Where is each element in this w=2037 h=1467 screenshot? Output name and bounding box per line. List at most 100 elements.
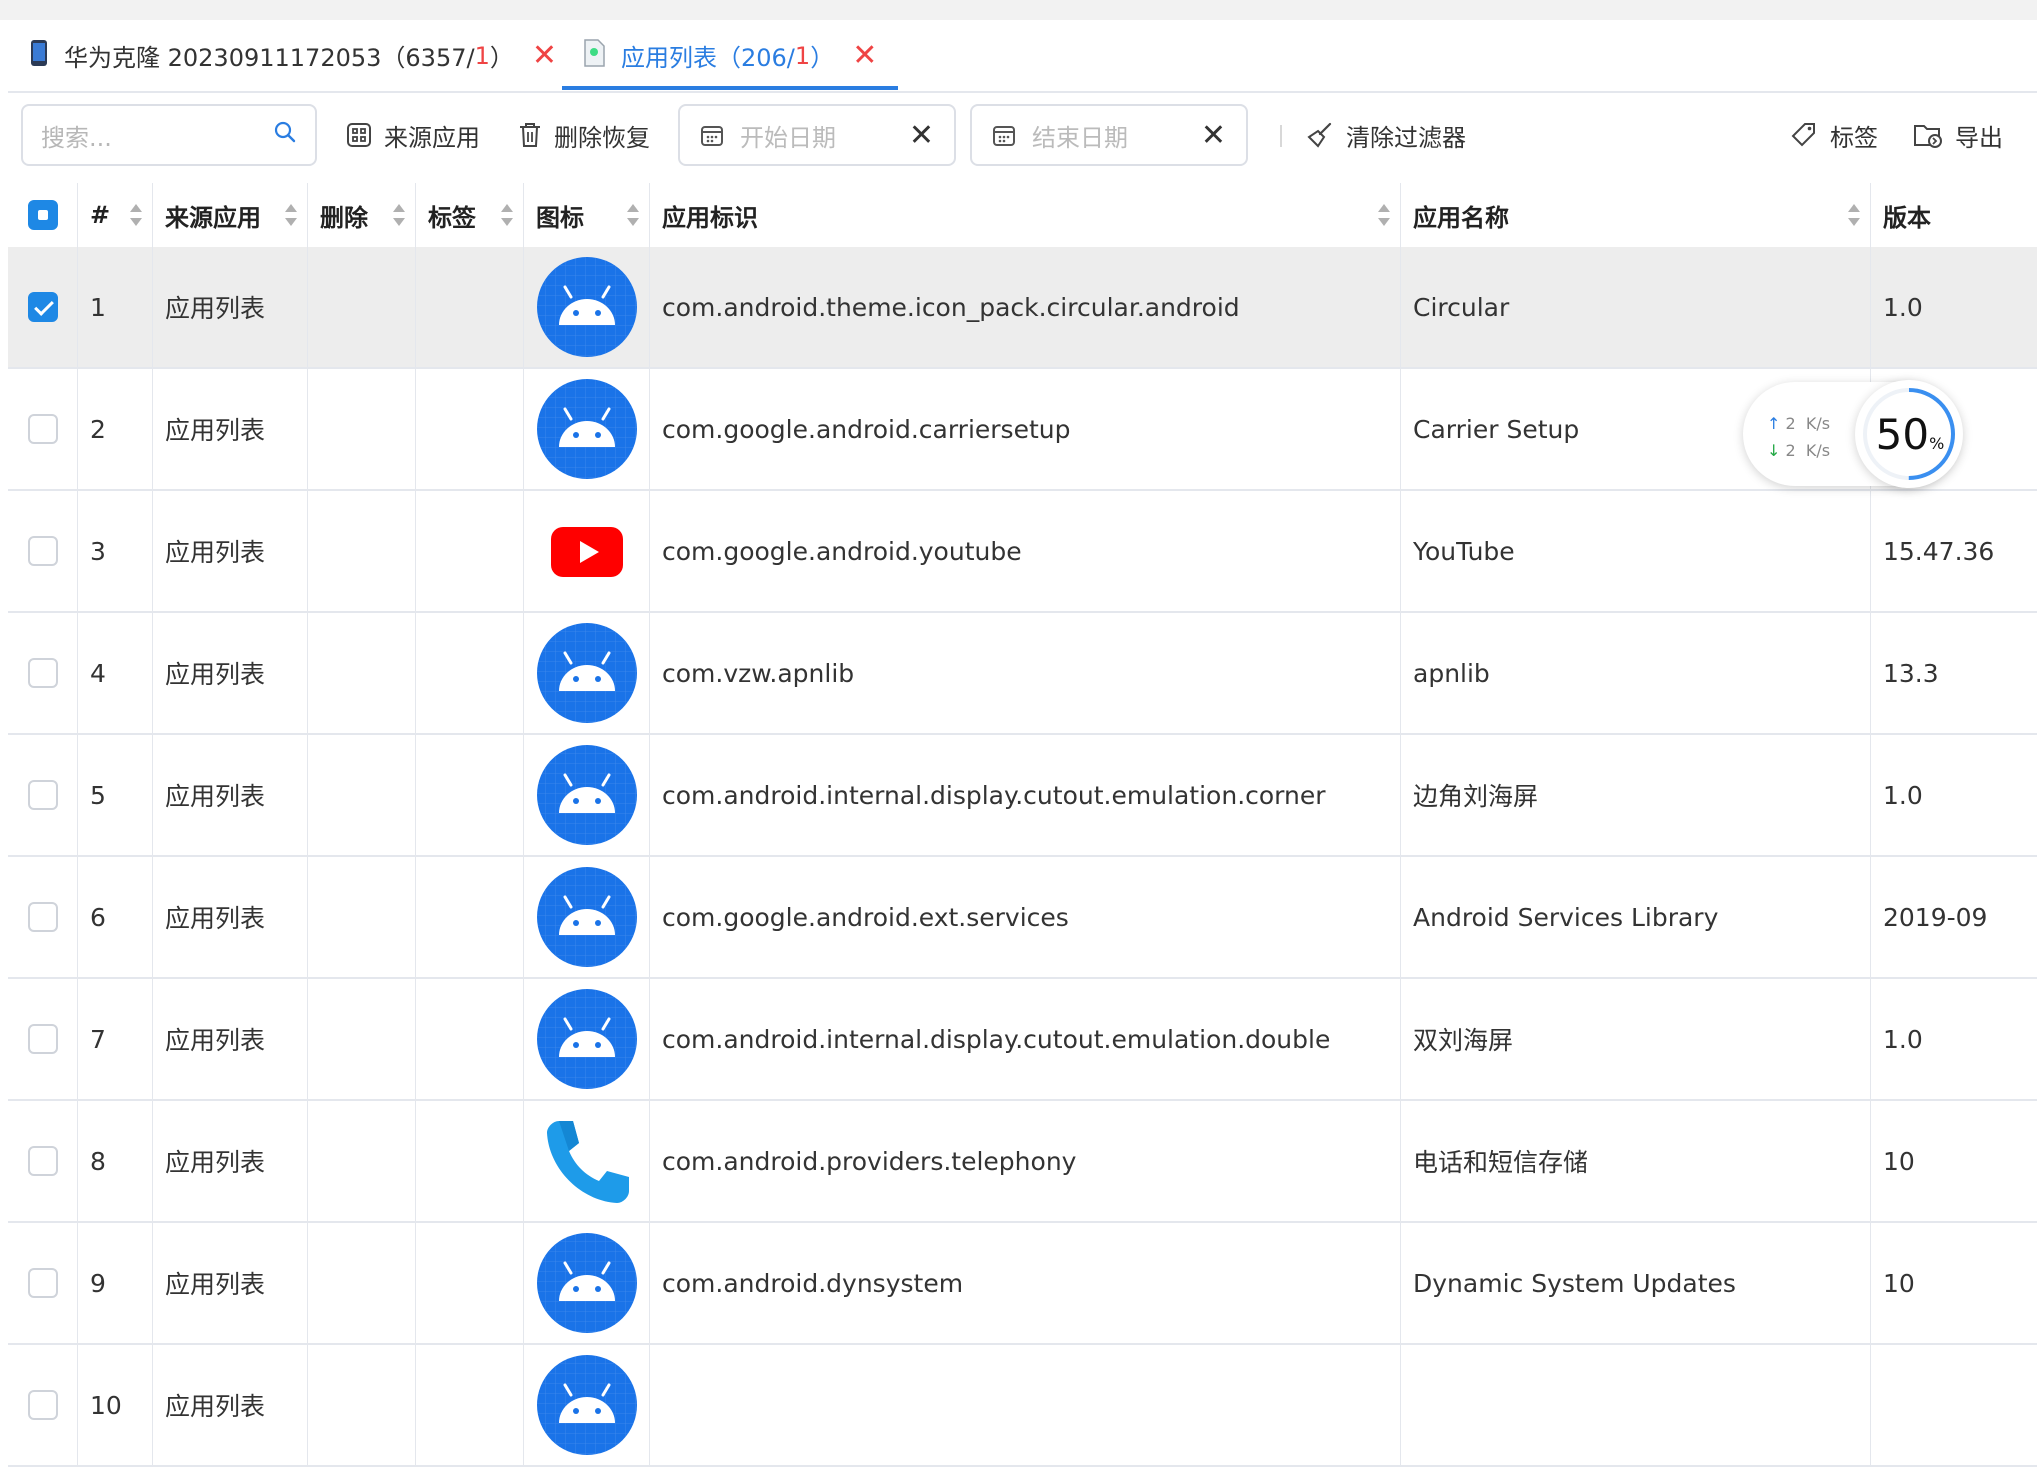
clear-start-date-icon[interactable]: ✕	[909, 118, 934, 153]
row-checkbox[interactable]	[28, 902, 58, 932]
calendar-icon	[701, 126, 723, 146]
sort-icon[interactable]	[285, 204, 297, 226]
calendar-icon	[993, 126, 1015, 146]
upload-arrow-icon: ↑	[1767, 414, 1781, 433]
app-icon-cell	[524, 857, 650, 977]
tab-huawei-clone[interactable]: 华为克隆 20230911172053（6357/1） ✕	[30, 20, 557, 91]
network-speed-widget[interactable]: ↑ 2 K/s ↓ 2 K/s 50%	[1743, 380, 1963, 488]
column-header-app-id[interactable]: 应用标识	[650, 183, 1401, 247]
export-label: 导出	[1955, 123, 2003, 152]
tag-cell	[416, 1345, 524, 1465]
speed-unit: K/s	[1805, 441, 1831, 460]
tag-cell	[416, 369, 524, 489]
android-icon	[535, 1353, 639, 1457]
app-icon-cell	[524, 369, 650, 489]
android-icon	[535, 621, 639, 725]
row-checkbox-cell	[8, 1101, 78, 1221]
row-checkbox[interactable]	[28, 1268, 58, 1298]
app-icon-cell	[524, 491, 650, 611]
version-cell	[1871, 1345, 2037, 1465]
sort-icon[interactable]	[501, 204, 513, 226]
tag-cell	[416, 613, 524, 733]
end-date-picker[interactable]: 结束日期 ✕	[970, 104, 1248, 166]
row-checkbox[interactable]	[28, 1146, 58, 1176]
deleted-cell	[308, 369, 416, 489]
deleted-cell	[308, 1345, 416, 1465]
deleted-cell	[308, 613, 416, 733]
tab-app-list[interactable]: 应用列表（206/1） ✕	[583, 20, 877, 91]
tab-title-end: ）	[810, 44, 835, 72]
row-checkbox[interactable]	[28, 1390, 58, 1420]
table-row[interactable]: 7 应用列表 com.android.internal.display.cutout…	[8, 979, 2037, 1101]
app-name-cell: Dynamic System Updates	[1401, 1223, 1871, 1343]
search-icon[interactable]	[273, 120, 297, 150]
phone-icon	[30, 39, 48, 73]
column-header-app-name[interactable]: 应用名称	[1401, 183, 1871, 247]
app-icon-cell	[524, 1101, 650, 1221]
search-input[interactable]: 搜索...	[21, 104, 317, 166]
close-icon[interactable]: ✕	[532, 38, 557, 73]
tag-cell	[416, 247, 524, 367]
export-button[interactable]: 导出	[1913, 104, 2003, 166]
delete-restore-button[interactable]: 删除恢复	[518, 104, 650, 166]
row-index: 2	[78, 369, 153, 489]
column-header-icon[interactable]: 图标	[524, 183, 650, 247]
table-row[interactable]: 2 应用列表 com.google.android.carriersetup Carr…	[8, 369, 2037, 491]
app-id-cell: com.android.dynsystem	[650, 1223, 1401, 1343]
table-row[interactable]: 4 应用列表 com.vzw.apnlib apnlib 13.3	[8, 613, 2037, 735]
row-checkbox[interactable]	[28, 536, 58, 566]
table-row[interactable]: 1 应用列表 com.android.theme.icon_pack.circula…	[8, 247, 2037, 369]
row-checkbox-cell	[8, 857, 78, 977]
row-index: 3	[78, 491, 153, 611]
app-id-cell: com.google.android.ext.services	[650, 857, 1401, 977]
column-header-source-app[interactable]: 来源应用	[153, 183, 308, 247]
row-checkbox[interactable]	[28, 414, 58, 444]
app-icon-cell	[524, 979, 650, 1099]
table-row[interactable]: 9 应用列表 com.android.dynsystem Dynamic System…	[8, 1223, 2037, 1345]
sort-icon[interactable]	[627, 204, 639, 226]
row-checkbox[interactable]	[28, 658, 58, 688]
start-date-picker[interactable]: 开始日期 ✕	[678, 104, 956, 166]
column-label: 图标	[536, 203, 584, 232]
app-name-cell	[1401, 1345, 1871, 1465]
table-row[interactable]: 10 应用列表	[8, 1345, 2037, 1467]
column-header-index[interactable]: #	[78, 183, 153, 247]
table-row[interactable]: 8 应用列表 com.android.providers.telephony 电话和短…	[8, 1101, 2037, 1223]
phone-handset-icon	[537, 1111, 637, 1211]
tag-button[interactable]: 标签	[1790, 104, 1878, 166]
close-icon[interactable]: ✕	[852, 38, 877, 73]
source-app-cell: 应用列表	[153, 1101, 308, 1221]
clear-filter-button[interactable]: 清除过滤器	[1306, 104, 1466, 166]
usage-percent-value: 50	[1875, 410, 1930, 459]
column-header-version[interactable]: 版本	[1871, 183, 2037, 247]
app-id-cell: com.android.internal.display.cutout.emul…	[650, 735, 1401, 855]
tag-label: 标签	[1830, 123, 1878, 152]
sort-icon[interactable]	[1848, 204, 1860, 226]
clear-filter-label: 清除过滤器	[1346, 123, 1466, 152]
clear-end-date-icon[interactable]: ✕	[1201, 118, 1226, 153]
select-all-checkbox[interactable]	[28, 200, 58, 230]
android-icon	[535, 865, 639, 969]
sort-icon[interactable]	[393, 204, 405, 226]
table-row[interactable]: 6 应用列表 com.google.android.ext.services Andr…	[8, 857, 2037, 979]
row-checkbox[interactable]	[28, 292, 58, 322]
source-app-cell: 应用列表	[153, 979, 308, 1099]
tab-title: 应用列表（206/	[621, 44, 795, 72]
row-checkbox[interactable]	[28, 1024, 58, 1054]
android-icon	[535, 255, 639, 359]
version-cell: 15.47.36	[1883, 536, 1995, 566]
sort-icon[interactable]	[1378, 204, 1390, 226]
row-checkbox[interactable]	[28, 780, 58, 810]
tag-icon	[1791, 123, 1815, 147]
row-index: 4	[78, 613, 153, 733]
app-icon-cell	[524, 1345, 650, 1465]
table-row[interactable]: 3 应用列表 com.google.android.youtube YouTube 15…	[8, 491, 2037, 613]
speed-readout: ↑ 2 K/s ↓ 2 K/s	[1767, 410, 1830, 464]
column-header-deleted[interactable]: 删除	[308, 183, 416, 247]
delete-restore-label: 删除恢复	[554, 123, 650, 152]
column-header-tag[interactable]: 标签	[416, 183, 524, 247]
table-row[interactable]: 5 应用列表 com.android.internal.display.cutout…	[8, 735, 2037, 857]
version-cell: 1.0	[1883, 780, 1923, 810]
source-app-button[interactable]: 来源应用	[346, 104, 480, 166]
sort-icon[interactable]	[130, 204, 142, 226]
